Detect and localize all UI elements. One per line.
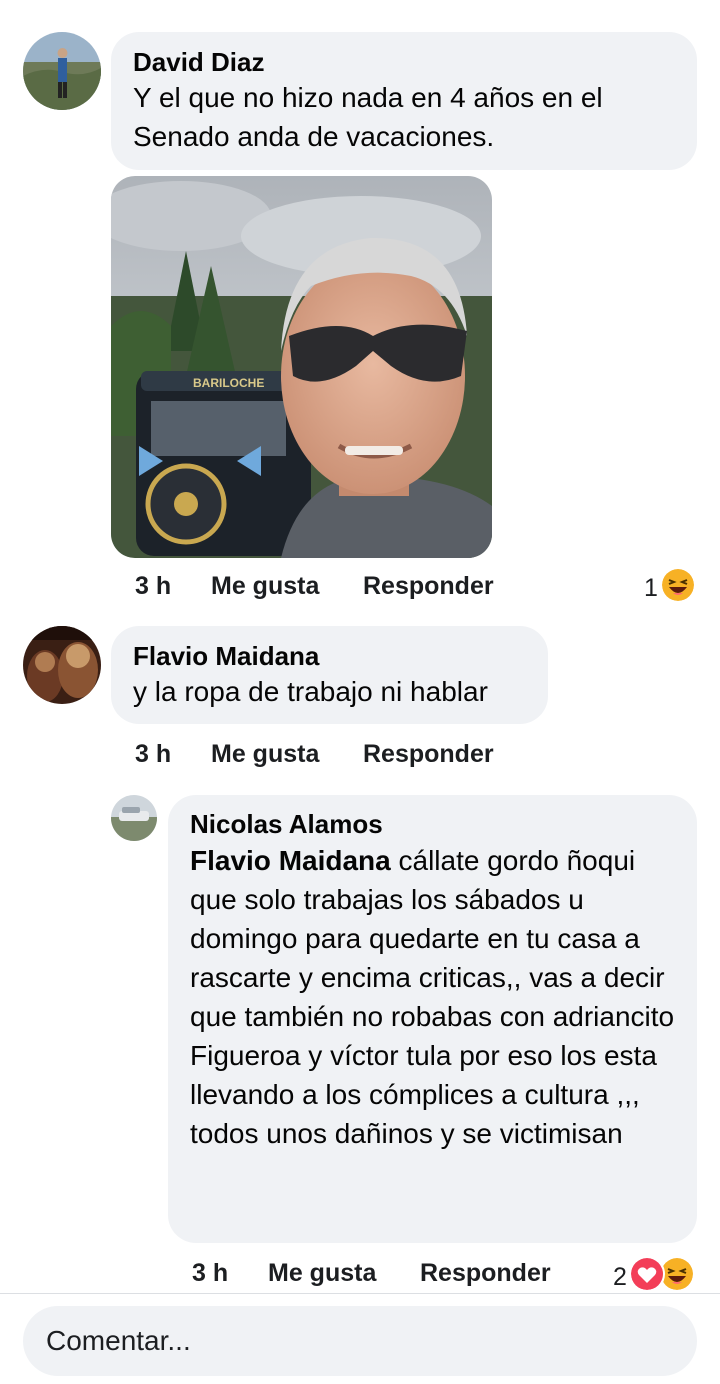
avatar-flavio-maidana[interactable] [23, 626, 101, 704]
comment-bubble: Nicolas Alamos Flavio Maidana cállate go… [168, 795, 697, 1243]
comment-text: Flavio Maidana cállate gordo ñoqui que s… [190, 841, 675, 1153]
comment-actions: 3 h Me gusta Responder [135, 737, 494, 771]
comment-input[interactable]: Comentar... [23, 1306, 697, 1376]
comment-bubble: Flavio Maidana y la ropa de trabajo ni h… [111, 626, 548, 724]
comment-author[interactable]: Nicolas Alamos [190, 809, 675, 839]
comment-actions: 3 h Me gusta Responder [135, 569, 494, 603]
avatar-nicolas-alamos[interactable] [111, 795, 157, 841]
reaction-summary[interactable]: 1 [644, 569, 694, 608]
like-button[interactable]: Me gusta [211, 740, 363, 769]
comment-text: y la ropa de trabajo ni hablar [133, 676, 488, 707]
reaction-count: 2 [613, 1263, 627, 1291]
comment-author[interactable]: David Diaz [133, 47, 675, 77]
comment-input-placeholder: Comentar... [46, 1325, 191, 1356]
like-button[interactable]: Me gusta [211, 572, 363, 601]
reply-button[interactable]: Responder [363, 572, 494, 601]
comment-time: 3 h [135, 739, 172, 768]
comment-time: 3 h [192, 1258, 229, 1287]
comment-composer-bar: Comentar... [0, 1293, 720, 1384]
avatar-david-diaz[interactable] [23, 32, 101, 110]
comment-actions: 3 h Me gusta Responder [192, 1256, 551, 1290]
reply-button[interactable]: Responder [363, 740, 494, 769]
haha-emoji-icon [661, 569, 694, 608]
reply-button[interactable]: Responder [420, 1259, 551, 1288]
reaction-count: 1 [644, 574, 658, 602]
mention-link[interactable]: Flavio Maidana [190, 845, 391, 876]
like-button[interactable]: Me gusta [268, 1259, 420, 1288]
comment-time: 3 h [135, 571, 172, 600]
love-emoji-icon [628, 1256, 665, 1299]
comment-photo[interactable]: BARILOCHE [111, 176, 492, 558]
comment-author[interactable]: Flavio Maidana [133, 641, 526, 671]
sign-text: BARILOCHE [193, 376, 264, 390]
comment-body: cállate gordo ñoqui que solo trabajas lo… [190, 845, 675, 1149]
comment-text: Y el que no hizo nada en 4 años en el Se… [133, 82, 603, 152]
comment-bubble: David Diaz Y el que no hizo nada en 4 añ… [111, 32, 697, 170]
